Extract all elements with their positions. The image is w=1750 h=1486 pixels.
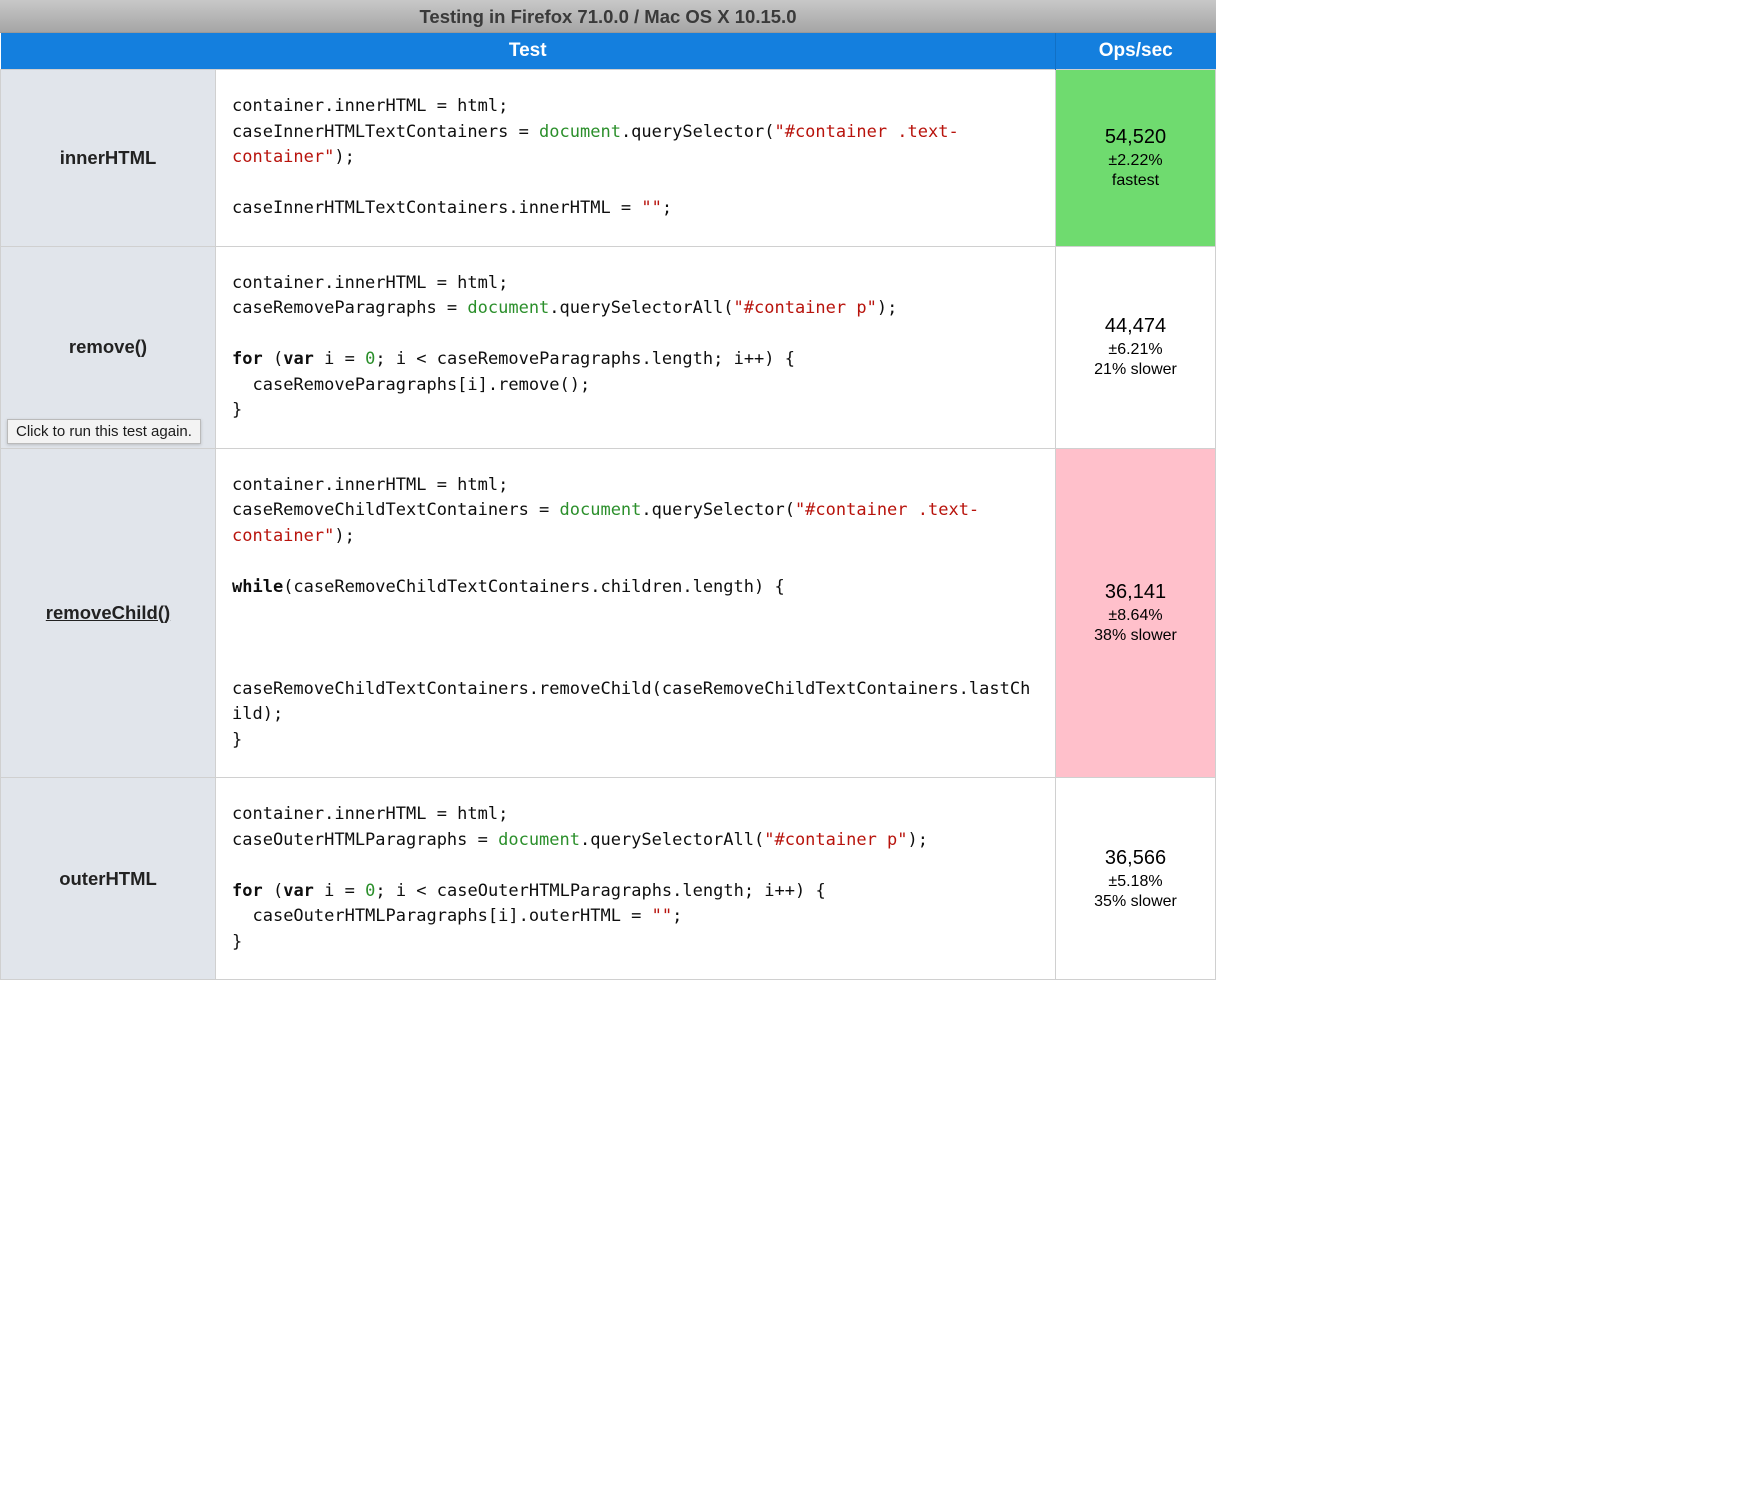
code-block: container.innerHTML = html; caseInnerHTM… — [232, 94, 1039, 222]
test-name-label: innerHTML — [60, 147, 157, 168]
ops-error: ±6.21% — [1056, 341, 1215, 361]
window-titlebar: Testing in Firefox 71.0.0 / Mac OS X 10.… — [0, 0, 1216, 33]
table-header-row: Test Ops/sec — [1, 33, 1216, 70]
ops-error: ±2.22% — [1056, 152, 1215, 172]
ops-label: 21% slower — [1056, 361, 1215, 379]
test-name-cell[interactable]: removeChild()Click to run this test agai… — [1, 448, 216, 778]
test-name-cell[interactable]: innerHTML — [1, 70, 216, 247]
ops-cell: 44,474±6.21%21% slower — [1056, 246, 1216, 448]
code-block: container.innerHTML = html; caseRemoveCh… — [232, 473, 1039, 754]
code-cell: container.innerHTML = html; caseInnerHTM… — [216, 70, 1056, 247]
table-row: removeChild()Click to run this test agai… — [1, 448, 1216, 778]
ops-label: 38% slower — [1056, 627, 1215, 645]
test-name-label: remove() — [69, 336, 147, 357]
ops-cell: 36,566±5.18%35% slower — [1056, 778, 1216, 980]
code-block: container.innerHTML = html; caseOuterHTM… — [232, 802, 1039, 955]
ops-value: 36,566 — [1056, 847, 1215, 873]
ops-label: 35% slower — [1056, 893, 1215, 911]
code-cell: container.innerHTML = html; caseOuterHTM… — [216, 778, 1056, 980]
ops-error: ±5.18% — [1056, 873, 1215, 893]
ops-value: 54,520 — [1056, 126, 1215, 152]
ops-cell: 36,141±8.64%38% slower — [1056, 448, 1216, 778]
tooltip: Click to run this test again. — [7, 419, 201, 444]
ops-error: ±8.64% — [1056, 607, 1215, 627]
code-cell: container.innerHTML = html; caseRemoveCh… — [216, 448, 1056, 778]
code-cell: container.innerHTML = html; caseRemovePa… — [216, 246, 1056, 448]
results-table: Test Ops/sec innerHTML container.innerHTM… — [0, 33, 1216, 980]
ops-value: 44,474 — [1056, 315, 1215, 341]
test-name-cell[interactable]: outerHTML — [1, 778, 216, 980]
table-row: outerHTML container.innerHTML = html; cas… — [1, 778, 1216, 980]
test-name-label: outerHTML — [59, 868, 157, 889]
col-header-test: Test — [1, 33, 1056, 70]
ops-cell: 54,520±2.22%fastest — [1056, 70, 1216, 247]
code-block: container.innerHTML = html; caseRemovePa… — [232, 271, 1039, 424]
ops-label: fastest — [1056, 172, 1215, 190]
table-row: innerHTML container.innerHTML = html; cas… — [1, 70, 1216, 247]
col-header-ops: Ops/sec — [1056, 33, 1216, 70]
test-name-label: removeChild() — [46, 602, 170, 623]
ops-value: 36,141 — [1056, 581, 1215, 607]
